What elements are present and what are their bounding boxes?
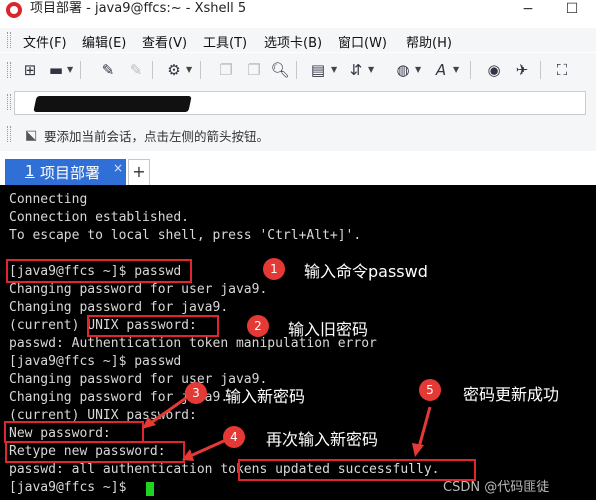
globe-dropdown-icon[interactable]: ▼ [415, 65, 421, 74]
menu-bar: 文件(F) 编辑(E) 查看(V) 工具(T) 选项卡(B) 窗口(W) 帮助(… [0, 28, 596, 52]
print-dropdown-icon[interactable]: ▼ [331, 65, 337, 74]
menu-window[interactable]: 窗口(W) [338, 32, 387, 51]
info-bar: ⬕ 要添加当前会话，点击左侧的箭头按钮。 [0, 117, 596, 151]
highlight-success-message [238, 459, 476, 481]
window-title: 项目部署 - java9@ffcs:~ - Xshell 5 [30, 1, 247, 16]
terminal-line: Connecting [9, 192, 88, 207]
properties-dropdown-icon[interactable]: ▼ [186, 65, 192, 74]
toolbar-separator [200, 61, 201, 79]
highlight-retype-password [5, 441, 185, 463]
annotation-note-2: 输入旧密码 [288, 320, 369, 339]
font-dropdown-icon[interactable]: ▼ [453, 65, 459, 74]
new-session-icon[interactable]: ⊞ [20, 60, 40, 80]
annotation-note-5: 密码更新成功 [463, 385, 560, 404]
terminal-line: Connection established. [9, 210, 190, 225]
terminal-line: [java9@ffcs ~]$ passwd [9, 354, 182, 369]
properties-icon[interactable]: ⚙ [164, 60, 184, 80]
open-folder-icon[interactable]: ▬ [46, 60, 66, 80]
maximize-button[interactable]: ☐ [552, 0, 592, 18]
watermark: CSDN @代码匪徒 [443, 480, 550, 495]
xshell-logo-icon [6, 2, 22, 18]
copy-icon[interactable]: ❐ [216, 60, 236, 80]
terminal-cursor [146, 482, 154, 496]
add-tab-button[interactable]: + [128, 159, 150, 185]
menu-help[interactable]: 帮助(H) [406, 32, 452, 51]
redacted-address [33, 96, 192, 112]
xftp-icon[interactable]: ◉ [484, 60, 504, 80]
menu-edit[interactable]: 编辑(E) [82, 32, 126, 51]
annotation-arrow-4 [182, 438, 227, 461]
toolbar-separator [80, 61, 81, 79]
tab-bar: 1 项目部署 × + [0, 151, 596, 185]
address-input[interactable] [14, 91, 586, 115]
highlight-passwd-command [6, 259, 192, 283]
add-session-arrow-icon[interactable]: ⬕ [25, 128, 37, 143]
highlight-new-password [4, 421, 144, 443]
toolbar-grip-icon [7, 62, 11, 78]
address-bar [0, 87, 596, 117]
tab-label: 项目部署 [40, 164, 101, 182]
annotation-marker-2: 2 [247, 315, 269, 337]
title-bar: 项目部署 - java9@ffcs:~ - Xshell 5 − ☐ [0, 0, 596, 24]
disconnect-icon[interactable]: ✎ [126, 60, 146, 80]
tab-project-deploy[interactable]: 1 项目部署 × [5, 159, 126, 185]
fullscreen-icon[interactable]: ⛶ [552, 60, 572, 80]
minimize-button[interactable]: − [508, 0, 548, 18]
toolbar-separator [470, 61, 471, 79]
annotation-marker-1: 1 [263, 258, 285, 280]
transfer-dropdown-icon[interactable]: ▼ [368, 65, 374, 74]
info-grip-icon [7, 126, 11, 142]
reconnect-icon[interactable]: ✎ [98, 60, 118, 80]
menu-grip-icon [7, 32, 11, 48]
globe-icon[interactable]: ◍ [393, 60, 413, 80]
tab-close-icon[interactable]: × [113, 161, 123, 175]
terminal-line: Changing password for user java9. [9, 282, 268, 297]
annotation-marker-5: 5 [419, 379, 441, 401]
info-text: 要添加当前会话，点击左侧的箭头按钮。 [44, 129, 270, 144]
menu-file[interactable]: 文件(F) [23, 32, 67, 51]
annotation-note-1: 输入命令passwd [304, 262, 428, 281]
terminal[interactable]: Connecting Connection established. To es… [0, 185, 596, 500]
print-icon[interactable]: ▤ [308, 60, 328, 80]
highlight-old-password [87, 315, 219, 337]
toolbar-separator [296, 61, 297, 79]
font-icon[interactable]: A [431, 60, 451, 80]
menu-view[interactable]: 查看(V) [142, 32, 187, 51]
annotation-arrow-3 [142, 396, 187, 429]
annotation-note-3: 输入新密码 [225, 387, 306, 406]
menu-tab[interactable]: 选项卡(B) [264, 32, 322, 51]
find-icon[interactable]: 🔍︎ [270, 60, 290, 80]
toolbar-separator [152, 61, 153, 79]
toolbar-separator [540, 61, 541, 79]
terminal-line: To escape to local shell, press 'Ctrl+Al… [9, 228, 362, 243]
terminal-line: [java9@ffcs ~]$ [9, 480, 135, 495]
address-grip-icon [7, 94, 11, 110]
paste-icon[interactable]: ❐ [244, 60, 264, 80]
tab-number: 1 [25, 162, 35, 180]
toolbar: ⊞ ▬ ▼ ✎ ✎ ⚙ ▼ ❐ ❐ 🔍︎ ▤ ▼ ⇵ ▼ ◍ ▼ A ▼ ◉ ✈… [0, 53, 596, 87]
transfer-icon[interactable]: ⇵ [346, 60, 366, 80]
annotation-note-4: 再次输入新密码 [266, 430, 379, 449]
open-dropdown-icon[interactable]: ▼ [67, 65, 73, 74]
xmanager-icon[interactable]: ✈ [512, 60, 532, 80]
annotation-arrow-5 [412, 406, 432, 457]
menu-tools[interactable]: 工具(T) [203, 32, 247, 51]
